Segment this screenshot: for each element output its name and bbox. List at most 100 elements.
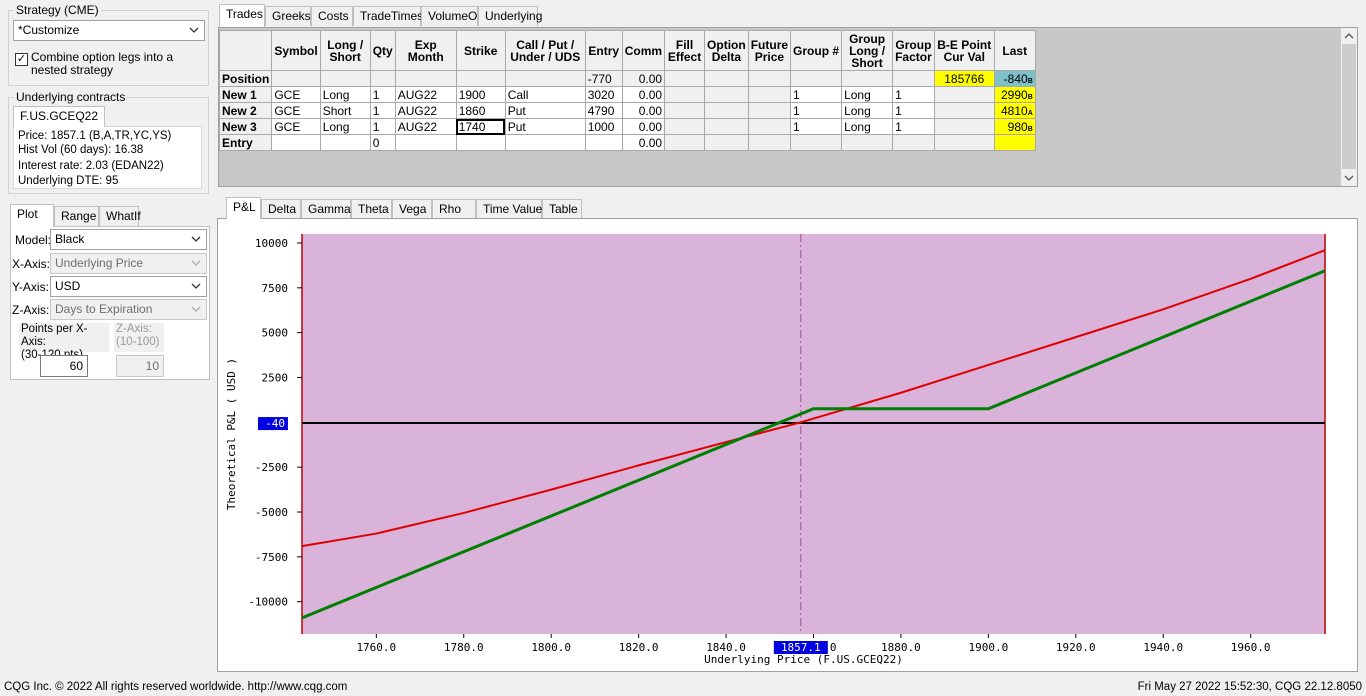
- underlying-info-box: Price: 1857.1 (B,A,TR,YC,YS) Hist Vol (6…: [13, 126, 202, 189]
- tab-range[interactable]: Range: [54, 206, 99, 226]
- cell-long-short[interactable]: Long: [319, 118, 371, 135]
- strategy-select[interactable]: *Customize: [13, 20, 205, 41]
- cell-comm[interactable]: 0.00: [621, 118, 666, 135]
- col-header-comm[interactable]: Comm: [621, 30, 666, 71]
- trade-row[interactable]: New 1 GCE Long 1 AUG22 1900 Call 3020 0.…: [218, 86, 1036, 103]
- cell[interactable]: [271, 134, 321, 151]
- y-tick-label: 2500: [262, 371, 289, 384]
- combine-legs-checkbox[interactable]: ✓: [15, 53, 28, 66]
- cell-group[interactable]: 1: [790, 86, 843, 103]
- cell-call-put[interactable]: Put: [504, 102, 586, 119]
- cell-qty[interactable]: 1: [369, 118, 396, 135]
- tab-gamma[interactable]: Gamma: [301, 199, 351, 219]
- tab-vega[interactable]: Vega: [392, 199, 432, 219]
- cell-qty[interactable]: 1: [369, 86, 396, 103]
- hist-vol: Hist Vol (60 days): 16.38: [18, 144, 144, 156]
- cell-symbol[interactable]: GCE: [271, 102, 321, 119]
- tab-plot[interactable]: Plot: [10, 204, 54, 227]
- cell-strike[interactable]: 1860: [455, 102, 506, 119]
- cell[interactable]: [455, 134, 506, 151]
- col-header-group-long-short[interactable]: Group Long / Short: [841, 30, 894, 71]
- tab-costs[interactable]: Costs: [311, 6, 353, 26]
- cell-symbol[interactable]: GCE: [271, 86, 321, 103]
- points-x-input[interactable]: 60: [40, 355, 88, 377]
- col-header-strike[interactable]: Strike: [455, 30, 506, 71]
- cell-group[interactable]: 1: [790, 102, 843, 119]
- cell-group-long-short[interactable]: Long: [841, 118, 894, 135]
- cell-group-long-short[interactable]: Long: [841, 86, 894, 103]
- col-header-future-price[interactable]: Future Price: [747, 30, 792, 71]
- tab-trades[interactable]: Trades: [219, 4, 265, 27]
- pnl-chart[interactable]: 10000 7500 5000 2500 -2500 -5000 -7500 -10000 17…: [218, 219, 1357, 671]
- x-tick-label: 1800.0: [531, 641, 571, 654]
- trade-row[interactable]: New 3 GCE Long 1 AUG22 1740 Put 1000 0.0…: [218, 118, 1036, 135]
- cell-symbol[interactable]: GCE: [271, 118, 321, 135]
- cell-exp-month[interactable]: AUG22: [394, 86, 457, 103]
- scroll-down-icon[interactable]: [1344, 174, 1354, 182]
- zaxis-select[interactable]: Days to Expiration: [50, 299, 207, 320]
- tab-time-value[interactable]: Time Value: [476, 199, 542, 219]
- trade-row[interactable]: New 2 GCE Short 1 AUG22 1860 Put 4790 0.…: [218, 102, 1036, 119]
- cell-entry[interactable]: 3020: [584, 86, 623, 103]
- cell-strike[interactable]: 1740: [455, 118, 506, 135]
- entry-row[interactable]: Entry 0 0.00: [218, 134, 1036, 151]
- cell-group-factor[interactable]: 1: [892, 86, 935, 103]
- cell-group-factor[interactable]: 1: [892, 102, 935, 119]
- tab-underlying[interactable]: Underlying: [478, 6, 542, 26]
- col-header-symbol[interactable]: Symbol: [271, 30, 321, 71]
- cell[interactable]: [394, 134, 457, 151]
- tab-greeks[interactable]: Greeks: [265, 6, 311, 26]
- cell-long-short[interactable]: Long: [319, 86, 371, 103]
- col-header-group-factor[interactable]: Group Factor: [892, 30, 935, 71]
- col-header-last[interactable]: Last: [993, 30, 1036, 71]
- scroll-up-icon[interactable]: [1344, 32, 1354, 40]
- tab-volumeoi[interactable]: VolumeOI: [421, 6, 481, 26]
- yaxis-select[interactable]: USD: [50, 276, 207, 297]
- cell-comm[interactable]: 0.00: [621, 102, 666, 119]
- col-header-call-put[interactable]: Call / Put / Under / UDS: [504, 30, 586, 71]
- col-header-long-short[interactable]: Long / Short: [319, 30, 371, 71]
- cell-comm[interactable]: 0.00: [621, 134, 666, 151]
- cell-call-put[interactable]: Call: [504, 86, 586, 103]
- xaxis-select[interactable]: Underlying Price: [50, 253, 207, 274]
- cell-entry[interactable]: 1000: [584, 118, 623, 135]
- col-header: [218, 30, 273, 71]
- cell-exp-month[interactable]: AUG22: [394, 102, 457, 119]
- cell-entry[interactable]: 4790: [584, 102, 623, 119]
- col-header-be-point[interactable]: B-E Point Cur Val: [933, 30, 995, 71]
- cell-group-factor[interactable]: 1: [892, 118, 935, 135]
- x-tick-label: 1920.0: [1056, 641, 1096, 654]
- tab-table[interactable]: Table: [542, 199, 582, 219]
- cell-qty[interactable]: 0: [369, 134, 396, 151]
- cell-exp-month[interactable]: AUG22: [394, 118, 457, 135]
- col-header-option-delta[interactable]: Option Delta: [704, 30, 749, 71]
- model-select[interactable]: Black: [50, 229, 207, 250]
- tab-tradetimes[interactable]: TradeTimes: [353, 6, 423, 26]
- interest-rate: Interest rate: 2.03 (EDAN22): [18, 160, 164, 172]
- cell[interactable]: [504, 134, 586, 151]
- tab-whatif[interactable]: WhatIf: [99, 206, 141, 226]
- cell-comm[interactable]: 0.00: [621, 86, 666, 103]
- col-header-entry[interactable]: Entry: [584, 30, 623, 71]
- cell-group[interactable]: 1: [790, 118, 843, 135]
- cell-call-put[interactable]: Put: [504, 118, 586, 135]
- tab-rho[interactable]: Rho: [432, 199, 476, 219]
- grid-scrollbar[interactable]: [1341, 28, 1357, 186]
- cell-group-long-short[interactable]: Long: [841, 102, 894, 119]
- col-header-exp-month[interactable]: Exp Month: [394, 30, 457, 71]
- tab-theta[interactable]: Theta: [351, 199, 392, 219]
- col-header-fill-effect[interactable]: Fill Effect: [664, 30, 706, 71]
- cell-qty[interactable]: 1: [369, 102, 396, 119]
- col-header-qty[interactable]: Qty: [369, 30, 396, 71]
- cell-long-short[interactable]: Short: [319, 102, 371, 119]
- cell: [704, 134, 749, 151]
- tab-underlying-contract[interactable]: F.US.GCEQ22: [13, 106, 106, 127]
- cell-strike[interactable]: 1900: [455, 86, 506, 103]
- cell[interactable]: [319, 134, 371, 151]
- points-z-input[interactable]: 10: [116, 355, 164, 377]
- scroll-thumb[interactable]: [1342, 44, 1356, 169]
- tab-delta[interactable]: Delta: [261, 199, 301, 219]
- col-header-group-num[interactable]: Group #: [790, 30, 843, 71]
- cell[interactable]: [584, 134, 623, 151]
- tab-pnl[interactable]: P&L: [226, 197, 261, 219]
